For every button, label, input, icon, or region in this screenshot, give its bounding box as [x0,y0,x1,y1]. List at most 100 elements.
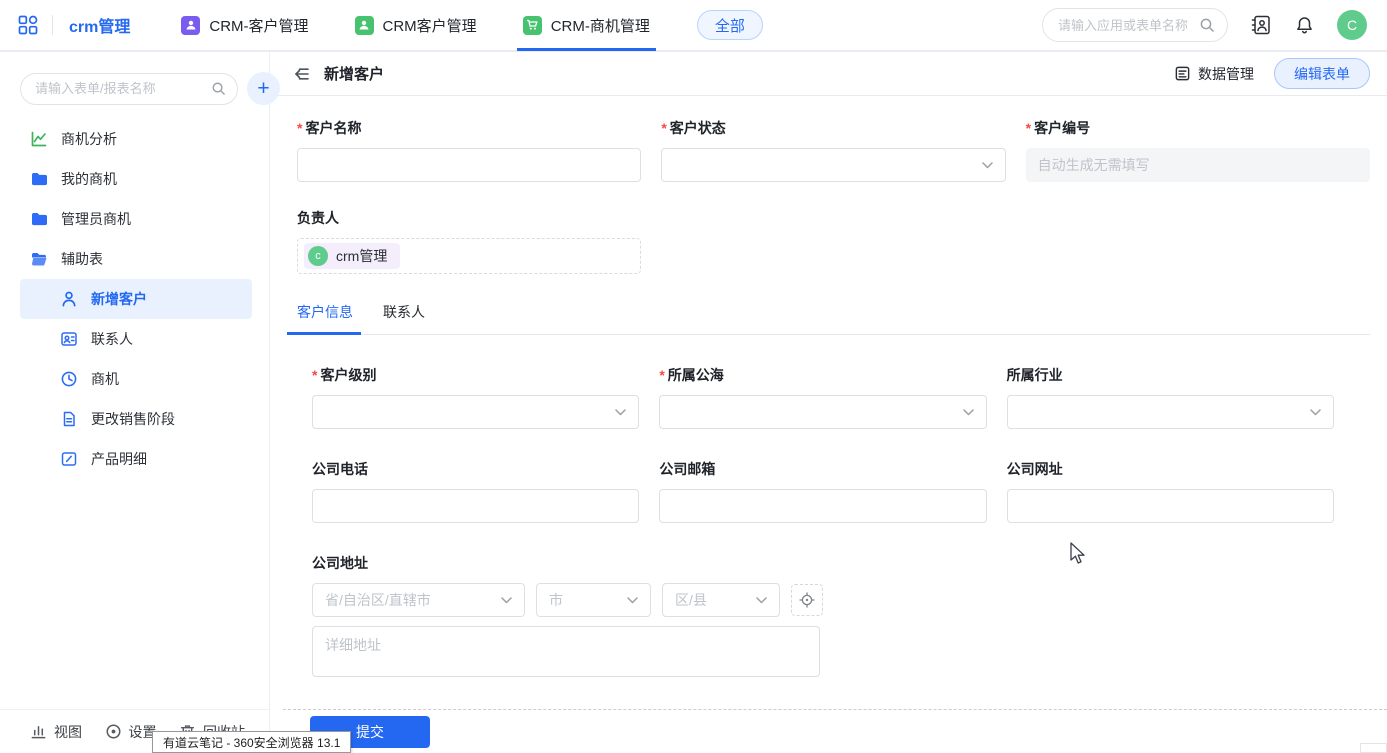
field-label: 客户名称 [305,118,361,138]
add-form-button[interactable]: + [247,72,280,105]
views-icon [30,723,47,740]
field-label: 公司电话 [312,459,368,479]
field-customer-no: *客户编号 [1026,118,1370,182]
sidebar-item-label: 产品明细 [91,449,147,469]
customer-info-panel: *客户级别 *所属公海 所属行业 [297,335,1370,682]
required-star: * [661,120,666,136]
field-owner: 负责人 c crm管理 [297,208,641,274]
locate-icon [799,592,815,608]
search-icon [1199,17,1215,33]
app-tab-crm-customer-mgmt-2[interactable]: CRM客户管理 [355,0,477,51]
field-customer-name: *客户名称 [297,118,641,182]
app-search [1042,8,1228,42]
app-tab-label: CRM客户管理 [383,15,477,36]
owner-tag[interactable]: c crm管理 [304,243,400,269]
locate-button[interactable] [791,584,823,616]
chevron-down-icon [756,597,767,604]
sidebar-item-my-opportunities[interactable]: 我的商机 [0,159,269,199]
data-manage-icon [1174,65,1191,82]
city-select[interactable]: 市 [536,583,651,617]
app-tab-label: CRM-商机管理 [551,15,650,36]
main-panel: 新增客户 数据管理 编辑表单 *客户名称 *客户状态 [270,52,1387,753]
chevron-down-icon [501,597,512,604]
sidebar-item-contacts[interactable]: 联系人 [0,319,269,359]
tab-customer-info[interactable]: 客户信息 [297,302,353,334]
back-icon[interactable] [293,65,311,83]
field-label: 所属行业 [1007,365,1063,385]
sidebar-item-label: 商机分析 [61,129,117,149]
sidebar-item-label: 辅助表 [61,249,103,269]
owner-avatar: c [308,246,328,266]
apps-grid-icon[interactable] [18,15,38,35]
person-icon [60,290,78,308]
home-app-name[interactable]: crm管理 [69,13,130,37]
app-search-input[interactable] [1058,18,1199,33]
sidebar-item-opportunity-analysis[interactable]: 商机分析 [0,119,269,159]
sidebar-item-change-sales-stage[interactable]: 更改销售阶段 [0,399,269,439]
data-manage-button[interactable]: 数据管理 [1174,64,1254,84]
app-tab-crm-customer-mgmt-1[interactable]: CRM-客户管理 [181,0,308,51]
contact-card-icon [60,330,78,348]
tab-contacts[interactable]: 联系人 [383,302,425,334]
search-icon [211,81,226,96]
sidebar-item-auxiliary-tables[interactable]: 辅助表 [0,239,269,279]
required-star: * [1026,120,1031,136]
company-website-input[interactable] [1007,489,1334,523]
clock-icon [60,370,78,388]
folder-open-icon [30,250,48,268]
app-icon-purple-robot [181,16,200,35]
form-search [20,73,238,105]
app-tab-label: CRM-客户管理 [209,15,308,36]
field-label: 客户编号 [1034,118,1090,138]
field-label: 客户级别 [320,365,376,385]
industry-select[interactable] [1007,395,1334,429]
customer-level-select[interactable] [312,395,639,429]
province-select[interactable]: 省/自治区/直辖市 [312,583,525,617]
sidebar-item-new-customer[interactable]: 新增客户 [20,279,252,319]
settings-icon [105,723,122,740]
customer-status-select[interactable] [661,148,1005,182]
field-company-website: 公司网址 [1007,459,1334,523]
divider [52,15,53,35]
field-industry: 所属行业 [1007,365,1334,429]
sidebar-menu: 商机分析 我的商机 管理员商机 辅助表 [0,115,269,709]
field-public-sea: *所属公海 [659,365,986,429]
app-tab-crm-opportunity-mgmt[interactable]: CRM-商机管理 [523,0,650,51]
sidebar: + 商机分析 我的商机 管理员商机 [0,52,270,753]
form-header: 新增客户 数据管理 编辑表单 [270,52,1387,96]
sidebar-item-admin-opportunities[interactable]: 管理员商机 [0,199,269,239]
folder-icon [30,170,48,188]
chevron-down-icon [982,162,993,169]
views-label: 视图 [54,722,82,742]
public-sea-select[interactable] [659,395,986,429]
sidebar-item-opportunities[interactable]: 商机 [0,359,269,399]
note-edit-icon [60,450,78,468]
views-button[interactable]: 视图 [30,722,82,742]
customer-name-input[interactable] [297,148,641,182]
browser-tooltip: 有道云笔记 - 360安全浏览器 13.1 [152,731,351,753]
all-apps-button[interactable]: 全部 [697,10,763,40]
edit-form-button[interactable]: 编辑表单 [1274,58,1370,89]
contacts-icon[interactable] [1250,14,1272,36]
bell-icon[interactable] [1294,15,1315,36]
owner-tag-label: crm管理 [336,246,387,266]
sidebar-item-label: 我的商机 [61,169,117,189]
company-email-input[interactable] [659,489,986,523]
form-footer: 提交 [283,709,1387,753]
sidebar-item-product-details[interactable]: 产品明细 [0,439,269,479]
owner-picker[interactable]: c crm管理 [297,238,641,274]
address-detail-textarea[interactable] [312,626,820,677]
field-customer-level: *客户级别 [312,365,639,429]
form-search-input[interactable] [35,81,211,96]
user-avatar[interactable]: C [1337,10,1367,40]
field-label: 所属公海 [668,365,724,385]
company-phone-input[interactable] [312,489,639,523]
district-select[interactable]: 区/县 [662,583,780,617]
chevron-down-icon [963,409,974,416]
settings-button[interactable]: 设置 [105,722,157,742]
chart-icon [30,130,48,148]
field-label: 公司邮箱 [659,459,715,479]
chevron-down-icon [627,597,638,604]
field-company-phone: 公司电话 [312,459,639,523]
required-star: * [297,120,302,136]
